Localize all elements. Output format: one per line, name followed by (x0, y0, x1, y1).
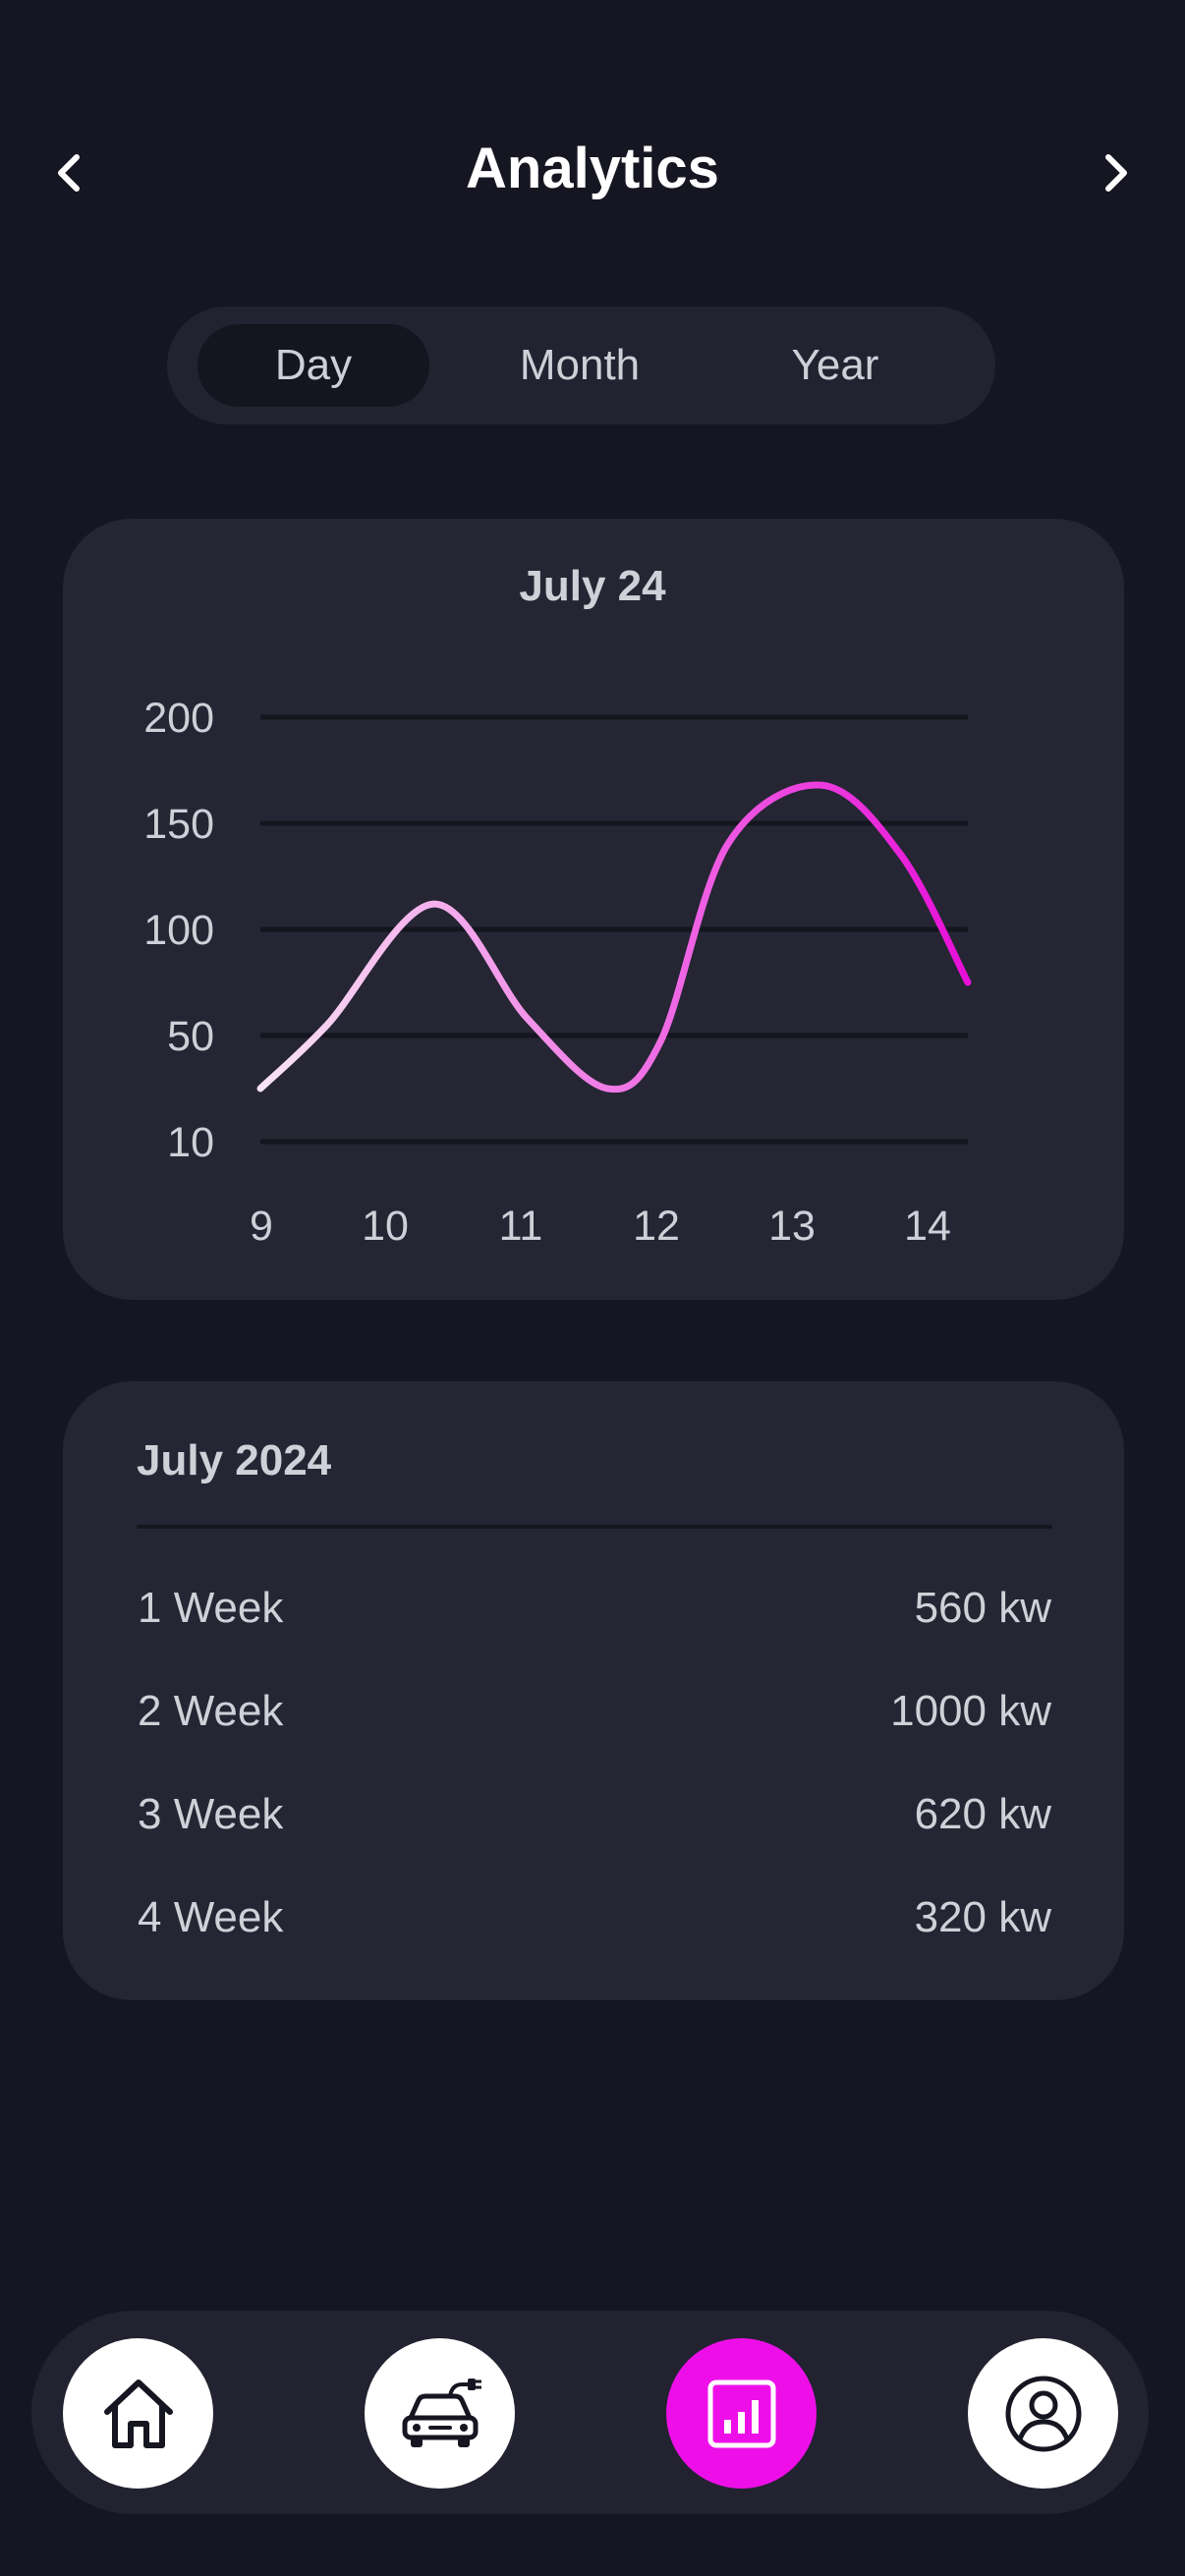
list-item: 4 Week 320 kw (138, 1888, 1051, 1947)
series-line (256, 781, 972, 1093)
nav-analytics-button[interactable] (666, 2338, 817, 2489)
week-label: 1 Week (138, 1584, 284, 1632)
energy-line-chart: 200 150 100 50 10 9 10 11 12 13 14 (143, 695, 972, 1250)
week-label: 4 Week (138, 1893, 284, 1941)
summary-title: July 2024 (137, 1436, 332, 1484)
analytics-icon (707, 2380, 775, 2447)
home-icon (103, 2379, 173, 2448)
week-value: 1000 kw (890, 1687, 1051, 1735)
profile-icon (1005, 2376, 1081, 2451)
nav-ev-car-button[interactable] (365, 2338, 515, 2489)
x-tick-label: 9 (250, 1203, 273, 1250)
y-tick-label: 100 (143, 907, 214, 954)
list-item: 1 Week 560 kw (138, 1579, 1051, 1638)
week-value: 560 kw (914, 1584, 1051, 1632)
x-tick-label: 11 (499, 1203, 543, 1250)
week-label: 3 Week (138, 1790, 284, 1838)
ev-car-icon (402, 2378, 481, 2447)
week-value: 320 kw (914, 1893, 1051, 1941)
y-tick-label: 200 (143, 695, 214, 742)
list-item: 2 Week 1000 kw (138, 1682, 1051, 1741)
y-tick-label: 10 (167, 1119, 214, 1166)
week-label: 2 Week (138, 1687, 284, 1735)
x-tick-label: 14 (904, 1203, 951, 1250)
x-tick-label: 13 (768, 1203, 816, 1250)
x-tick-label: 12 (633, 1203, 680, 1250)
nav-profile-button[interactable] (968, 2338, 1118, 2489)
nav-home-button[interactable] (63, 2338, 213, 2489)
y-tick-label: 50 (167, 1013, 214, 1060)
week-value: 620 kw (914, 1790, 1051, 1838)
list-item: 3 Week 620 kw (138, 1785, 1051, 1844)
summary-divider (137, 1525, 1052, 1529)
y-tick-label: 150 (143, 801, 214, 848)
x-tick-label: 10 (362, 1203, 409, 1250)
